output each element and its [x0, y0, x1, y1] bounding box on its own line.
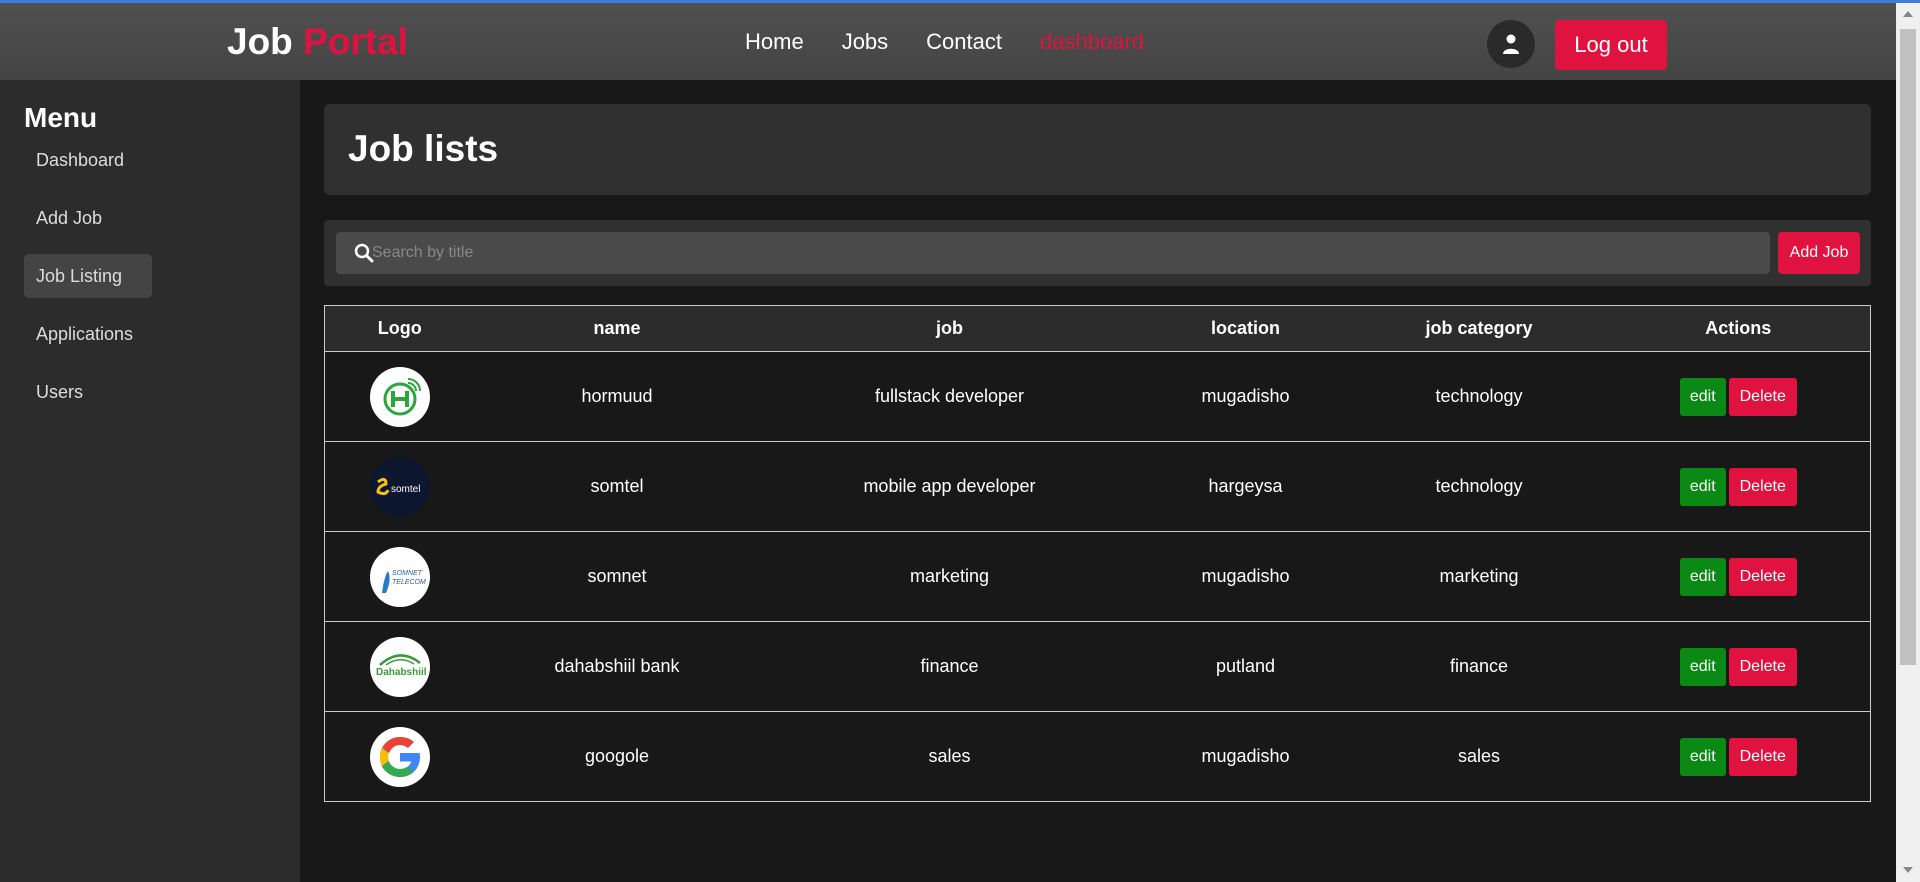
- logo-cell: Dahabshiil: [324, 621, 475, 712]
- sidebar-menu: Dashboard Add Job Job Listing Applicatio…: [24, 138, 152, 428]
- logo-cell: somtel: [324, 441, 475, 532]
- delete-button[interactable]: Delete: [1728, 467, 1797, 506]
- vertical-scrollbar[interactable]: [1896, 3, 1920, 882]
- sidebar-title: Menu: [24, 102, 98, 133]
- cell-location: mugadisho: [1139, 531, 1352, 622]
- main-nav: Home Jobs Contact dashboard: [745, 29, 1144, 55]
- cell-category: technology: [1351, 441, 1607, 532]
- cell-name: googole: [474, 711, 760, 802]
- job-list-table: Logo name job location job category Acti…: [324, 305, 1871, 802]
- search-input[interactable]: [372, 232, 1762, 274]
- cell-category: technology: [1351, 351, 1607, 442]
- cell-location: mugadisho: [1139, 351, 1352, 442]
- cell-job: fullstack developer: [759, 351, 1140, 442]
- search-bar-card: Add Job: [324, 220, 1871, 286]
- logo-cell: SOMNET TELECOM: [324, 531, 475, 622]
- scroll-up-arrow-icon[interactable]: [1903, 11, 1913, 17]
- edit-button[interactable]: edit: [1679, 467, 1726, 506]
- col-header-name: name: [474, 305, 760, 352]
- table-row: Dahabshiil dahabshiil bank finance putla…: [324, 621, 1871, 712]
- cell-category: sales: [1351, 711, 1607, 802]
- table-header-row: Logo name job location job category Acti…: [324, 305, 1871, 352]
- col-header-actions: Actions: [1606, 305, 1871, 352]
- nav-dashboard-link[interactable]: dashboard: [1040, 29, 1144, 55]
- user-icon: [1503, 34, 1519, 54]
- sidebar-item-applications[interactable]: Applications: [24, 312, 152, 356]
- delete-button[interactable]: Delete: [1728, 647, 1797, 686]
- logo-text-portal: Portal: [303, 21, 408, 62]
- somtel-logo-icon: somtel: [369, 456, 430, 517]
- cell-job: mobile app developer: [759, 441, 1140, 532]
- cell-name: somnet: [474, 531, 760, 622]
- cell-location: mugadisho: [1139, 711, 1352, 802]
- scroll-down-arrow-icon[interactable]: [1903, 867, 1913, 873]
- delete-button[interactable]: Delete: [1728, 737, 1797, 776]
- table-row: somtel somtel mobile app developer harge…: [324, 441, 1871, 532]
- sidebar-item-job-listing[interactable]: Job Listing: [24, 254, 152, 298]
- search-icon: [354, 243, 374, 263]
- hormuud-logo-icon: [369, 366, 430, 427]
- add-job-button[interactable]: Add Job: [1778, 232, 1860, 274]
- delete-button[interactable]: Delete: [1728, 377, 1797, 416]
- cell-job: marketing: [759, 531, 1140, 622]
- col-header-job: job: [759, 305, 1140, 352]
- table-row: SOMNET TELECOM somnet marketing mugadish…: [324, 531, 1871, 622]
- logo-cell: [324, 711, 475, 802]
- col-header-location: location: [1139, 305, 1352, 352]
- delete-button[interactable]: Delete: [1728, 557, 1797, 596]
- logo-text-job: Job: [227, 21, 293, 62]
- page-title: Job lists: [348, 128, 499, 169]
- sidebar-item-users[interactable]: Users: [24, 370, 152, 414]
- edit-button[interactable]: edit: [1679, 647, 1726, 686]
- logo-cell: [324, 351, 475, 442]
- search-box: [336, 232, 1770, 274]
- nav-home-link[interactable]: Home: [745, 29, 804, 55]
- sidebar-item-add-job[interactable]: Add Job: [24, 196, 152, 240]
- cell-category: finance: [1351, 621, 1607, 712]
- top-navbar: Job Portal Home Jobs Contact dashboard L…: [0, 3, 1896, 80]
- sidebar-item-dashboard[interactable]: Dashboard: [24, 138, 152, 182]
- nav-jobs-link[interactable]: Jobs: [842, 29, 888, 55]
- actions-cell: edit Delete: [1606, 441, 1871, 532]
- dahabshiil-logo-text: Dahabshiil: [376, 667, 427, 678]
- svg-text:TELECOM: TELECOM: [392, 579, 426, 586]
- svg-text:SOMNET: SOMNET: [392, 570, 423, 577]
- edit-button[interactable]: edit: [1679, 377, 1726, 416]
- somnet-logo-icon: SOMNET TELECOM: [369, 546, 430, 607]
- cell-location: putland: [1139, 621, 1352, 712]
- actions-cell: edit Delete: [1606, 621, 1871, 712]
- table-row: hormuud fullstack developer mugadisho te…: [324, 351, 1871, 442]
- user-profile-button[interactable]: [1487, 20, 1535, 68]
- site-logo[interactable]: Job Portal: [227, 21, 408, 63]
- cell-location: hargeysa: [1139, 441, 1352, 532]
- sidebar: Menu Dashboard Add Job Job Listing Appli…: [0, 80, 300, 882]
- cell-job: finance: [759, 621, 1140, 712]
- col-header-logo: Logo: [324, 305, 475, 352]
- dahabshiil-logo-icon: Dahabshiil: [369, 636, 430, 697]
- cell-job: sales: [759, 711, 1140, 802]
- actions-cell: edit Delete: [1606, 531, 1871, 622]
- edit-button[interactable]: edit: [1679, 737, 1726, 776]
- logout-button[interactable]: Log out: [1555, 20, 1667, 70]
- page-title-card: Job lists: [324, 104, 1871, 195]
- cell-name: dahabshiil bank: [474, 621, 760, 712]
- somtel-logo-text: somtel: [391, 484, 420, 495]
- col-header-category: job category: [1351, 305, 1607, 352]
- edit-button[interactable]: edit: [1679, 557, 1726, 596]
- cell-name: hormuud: [474, 351, 760, 442]
- actions-cell: edit Delete: [1606, 351, 1871, 442]
- main-content: Job lists Add Job Logo name job location…: [300, 80, 1896, 882]
- scrollbar-thumb[interactable]: [1900, 29, 1916, 665]
- google-logo-icon: [369, 726, 430, 787]
- actions-cell: edit Delete: [1606, 711, 1871, 802]
- nav-contact-link[interactable]: Contact: [926, 29, 1002, 55]
- table-row: googole sales mugadisho sales edit Delete: [324, 711, 1871, 802]
- cell-name: somtel: [474, 441, 760, 532]
- cell-category: marketing: [1351, 531, 1607, 622]
